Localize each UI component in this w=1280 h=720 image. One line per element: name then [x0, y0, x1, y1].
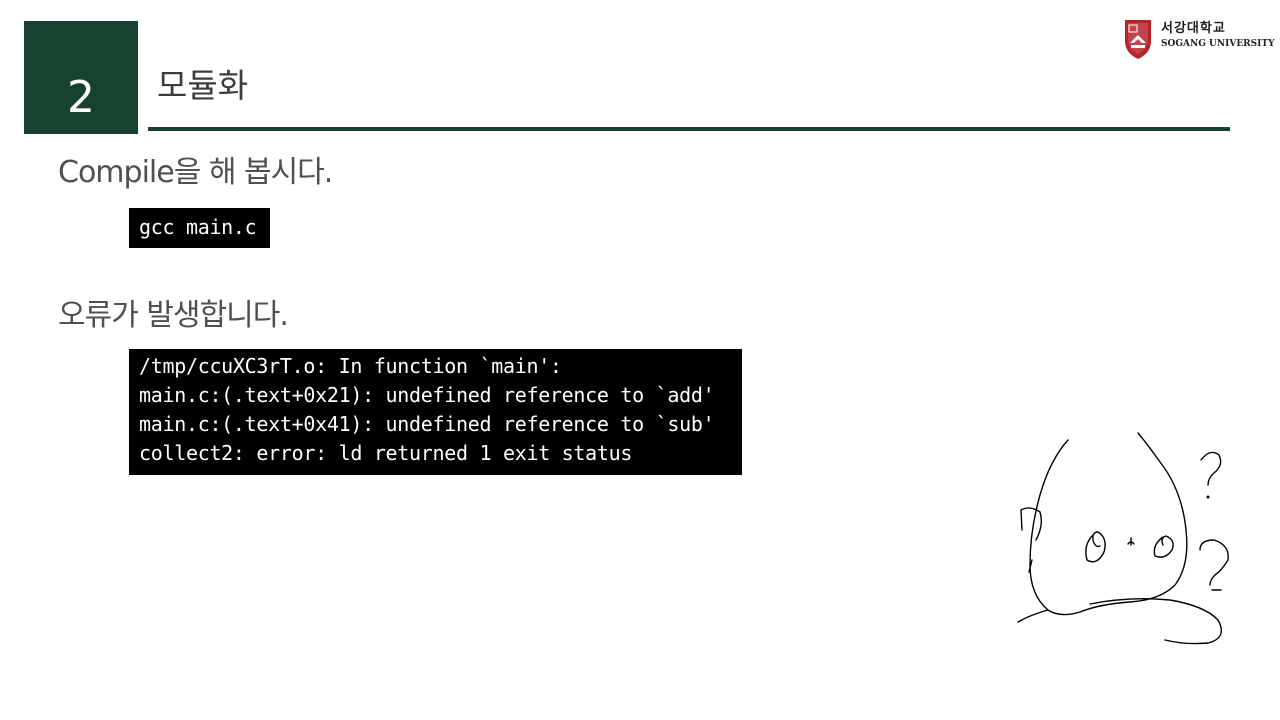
- compile-command: gcc main.c: [139, 215, 257, 239]
- university-logo: 서강대학교 SOGANG UNIVERSITY: [1123, 17, 1275, 61]
- error-line: main.c:(.text+0x21): undefined reference…: [139, 383, 715, 407]
- error-output-box: /tmp/ccuXC3rT.o: In function `main': main…: [129, 349, 742, 475]
- confused-face-doodle: [1017, 432, 1229, 645]
- section-number: 2: [67, 72, 95, 123]
- error-line: main.c:(.text+0x41): undefined reference…: [139, 412, 715, 436]
- slide-title: 모듈화: [157, 66, 249, 105]
- error-heading: 오류가 발생합니다.: [58, 298, 289, 333]
- section-number-box: 2: [24, 21, 138, 134]
- compile-heading: Compile을 해 봅시다.: [58, 155, 333, 190]
- crest-icon: [1125, 20, 1151, 59]
- error-line: collect2: error: ld returned 1 exit stat…: [139, 441, 633, 465]
- logo-korean-name: 서강대학교: [1161, 21, 1226, 36]
- title-underline: [148, 127, 1230, 131]
- error-line: /tmp/ccuXC3rT.o: In function `main':: [139, 354, 562, 378]
- logo-english-name: SOGANG UNIVERSITY: [1161, 39, 1275, 49]
- compile-command-box: gcc main.c: [129, 208, 270, 248]
